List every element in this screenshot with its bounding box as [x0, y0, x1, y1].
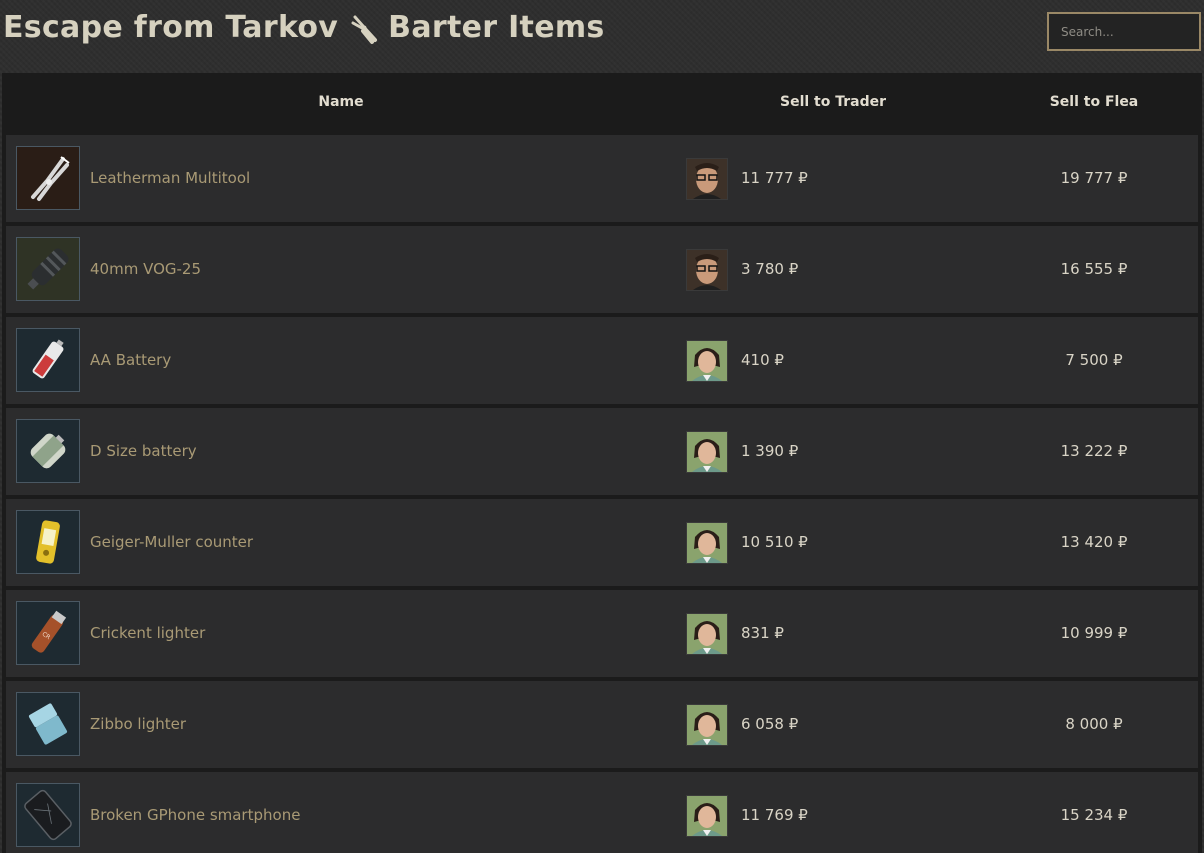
- trader-price: 6 058 ₽: [741, 715, 799, 733]
- flea-price: 15 234 ₽: [1060, 806, 1128, 824]
- trader-price: 10 510 ₽: [741, 533, 808, 551]
- column-header-sell-to-flea[interactable]: Sell to Flea: [986, 73, 1202, 132]
- table-row[interactable]: Leatherman Multitool 11 777 ₽ 19 777 ₽: [6, 135, 1198, 222]
- trader-price: 11 777 ₽: [741, 169, 808, 187]
- flea-price: 13 222 ₽: [1060, 442, 1128, 460]
- trader-avatar-therapist: [686, 340, 728, 382]
- table-row[interactable]: 40mm VOG-25 3 780 ₽ 16 555 ₽: [6, 226, 1198, 313]
- trader-avatar-therapist: [686, 613, 728, 655]
- trader-avatar-therapist: [686, 795, 728, 837]
- barter-items-table: Name Sell to Trader Sell to Flea Leather…: [2, 73, 1202, 853]
- item-name[interactable]: Leatherman Multitool: [90, 135, 250, 222]
- grenade-icon: [16, 237, 80, 301]
- search-input[interactable]: [1047, 12, 1201, 51]
- flea-price: 19 777 ₽: [1060, 169, 1128, 187]
- item-name[interactable]: Geiger-Muller counter: [90, 499, 253, 586]
- table-row[interactable]: CR Crickent lighter 831 ₽ 10 999 ₽: [6, 590, 1198, 677]
- table-body: Leatherman Multitool 11 777 ₽ 19 777 ₽ 4…: [6, 135, 1198, 853]
- table-row[interactable]: Zibbo lighter 6 058 ₽ 8 000 ₽: [6, 681, 1198, 768]
- item-name[interactable]: D Size battery: [90, 408, 197, 495]
- item-name[interactable]: Zibbo lighter: [90, 681, 186, 768]
- flea-price: 13 420 ₽: [1060, 533, 1128, 551]
- aa-battery-icon: [16, 328, 80, 392]
- flea-price: 8 000 ₽: [1065, 715, 1123, 733]
- trader-avatar-mechanic: [686, 158, 728, 200]
- trader-price: 410 ₽: [741, 351, 784, 369]
- trader-avatar-therapist: [686, 704, 728, 746]
- geiger-counter-icon: [16, 510, 80, 574]
- zippo-lighter-icon: [16, 692, 80, 756]
- page-title: Escape from Tarkov Barter Items: [3, 10, 605, 45]
- lighter-icon: CR: [16, 601, 80, 665]
- multitool-icon: [16, 146, 80, 210]
- trader-avatar-therapist: [686, 522, 728, 564]
- table-row[interactable]: Broken GPhone smartphone 11 769 ₽ 15 234…: [6, 772, 1198, 853]
- flea-price: 16 555 ₽: [1060, 260, 1128, 278]
- item-name[interactable]: Broken GPhone smartphone: [90, 772, 300, 853]
- table-row[interactable]: Geiger-Muller counter 10 510 ₽ 13 420 ₽: [6, 499, 1198, 586]
- flea-price: 7 500 ₽: [1065, 351, 1123, 369]
- item-name[interactable]: 40mm VOG-25: [90, 226, 201, 313]
- column-header-sell-to-trader[interactable]: Sell to Trader: [680, 73, 986, 132]
- pliers-icon: [348, 11, 382, 45]
- item-name[interactable]: Crickent lighter: [90, 590, 205, 677]
- table-row[interactable]: AA Battery 410 ₽ 7 500 ₽: [6, 317, 1198, 404]
- trader-price: 3 780 ₽: [741, 260, 799, 278]
- page-header: Escape from Tarkov Barter Items: [0, 0, 1204, 70]
- table-header: Name Sell to Trader Sell to Flea: [2, 73, 1202, 132]
- table-row[interactable]: D Size battery 1 390 ₽ 13 222 ₽: [6, 408, 1198, 495]
- column-header-name[interactable]: Name: [2, 73, 680, 132]
- smartphone-icon: [16, 783, 80, 847]
- title-prefix: Escape from Tarkov: [3, 10, 339, 45]
- d-battery-icon: [16, 419, 80, 483]
- item-name[interactable]: AA Battery: [90, 317, 171, 404]
- trader-price: 831 ₽: [741, 624, 784, 642]
- title-suffix: Barter Items: [388, 10, 605, 45]
- trader-avatar-therapist: [686, 431, 728, 473]
- trader-avatar-mechanic: [686, 249, 728, 291]
- trader-price: 1 390 ₽: [741, 442, 799, 460]
- flea-price: 10 999 ₽: [1060, 624, 1128, 642]
- trader-price: 11 769 ₽: [741, 806, 808, 824]
